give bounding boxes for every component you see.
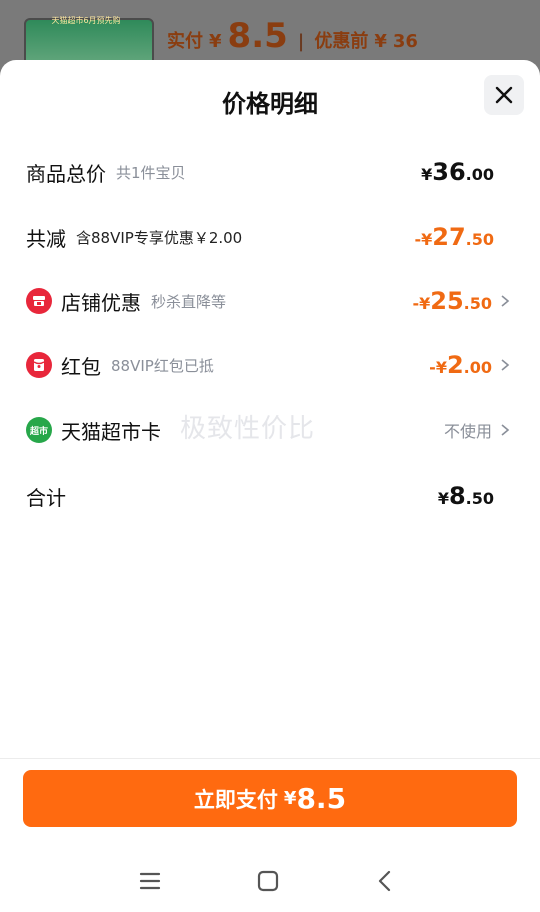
amount-dec: .50 <box>465 230 494 249</box>
row-sub: 共1件宝贝 <box>116 163 186 182</box>
amount-currency: -¥ <box>412 294 431 313</box>
amount-currency: ¥ <box>437 489 449 508</box>
row-label: 店铺优惠 <box>61 290 141 315</box>
pay-currency: ¥ <box>283 788 297 809</box>
store-icon <box>26 288 52 314</box>
card-icon-text: 超市 <box>29 426 48 437</box>
original-currency: ¥ <box>374 31 387 52</box>
row-discount: 共减 含88VIP专享优惠￥2.00 -¥ 27 .50 <box>26 217 518 257</box>
amount-int: 36 <box>432 158 466 186</box>
row-label: 商品总价 <box>26 161 106 186</box>
pay-value: 8.5 <box>296 782 347 815</box>
amount-currency: -¥ <box>414 230 433 249</box>
background-price: 实付 ¥ 8.5 | 优惠前 ¥ 36 <box>167 16 418 60</box>
amount-dec: .50 <box>465 489 494 508</box>
price-separator: | <box>297 31 305 52</box>
close-icon <box>495 86 513 104</box>
watermark: 极致性价比 <box>180 414 316 444</box>
row-label: 红包 <box>61 354 101 379</box>
amount-dec: .50 <box>463 294 492 313</box>
paid-value: 8.5 <box>227 16 288 56</box>
row-label: 天猫超市卡 <box>61 419 161 444</box>
amount-int: 2 <box>446 351 464 379</box>
row-label: 合计 <box>26 485 66 510</box>
chevron-right-icon <box>501 424 510 436</box>
amount-int: 27 <box>432 223 466 251</box>
row-sum: 合计 ¥ 8 .50 <box>26 476 518 516</box>
row-red-packet[interactable]: 红包 88VIP红包已抵 -¥ 2 .00 <box>26 345 518 385</box>
row-total-price: 商品总价 共1件宝贝 ¥ 36 .00 <box>26 152 518 192</box>
pay-label: 立即支付 <box>193 787 278 812</box>
original-label: 优惠前 <box>314 31 369 52</box>
back-icon[interactable] <box>370 866 400 896</box>
card-usage-value: 不使用 <box>443 422 492 441</box>
close-button[interactable] <box>484 75 524 115</box>
red-packet-icon <box>26 352 52 378</box>
amount-currency: -¥ <box>429 358 447 377</box>
original-value: 36 <box>392 31 418 52</box>
supermarket-card-icon: 超市 <box>26 417 52 443</box>
discount-amount: -¥ 27 .50 <box>414 223 494 251</box>
amount-int: 25 <box>430 287 464 315</box>
menu-icon[interactable] <box>135 866 165 896</box>
red-packet-amount: -¥ 2 .00 <box>429 351 492 379</box>
sum-amount: ¥ 8 .50 <box>438 482 494 510</box>
system-nav-bar <box>0 850 540 912</box>
row-sub: 含88VIP专享优惠￥2.00 <box>76 228 243 247</box>
amount-dec: .00 <box>463 358 492 377</box>
footer-divider <box>0 758 540 759</box>
chevron-right-icon <box>501 295 510 307</box>
chevron-right-icon <box>501 359 510 371</box>
pay-now-button[interactable]: 立即支付 ¥ 8.5 <box>23 770 517 827</box>
row-sub: 88VIP红包已抵 <box>111 356 214 375</box>
row-sub: 秒杀直降等 <box>151 292 227 311</box>
sheet-title: 价格明细 <box>222 90 318 118</box>
amount-dec: .00 <box>465 165 494 184</box>
thumbnail-caption: 天猫超市6月预先购 <box>51 16 121 25</box>
amount-currency: ¥ <box>421 165 433 184</box>
paid-label: 实付 <box>167 31 203 52</box>
amount-int: 8 <box>448 482 466 510</box>
paid-currency: ¥ <box>209 31 222 52</box>
total-amount: ¥ 36 .00 <box>421 158 494 186</box>
home-icon[interactable] <box>253 866 283 896</box>
row-store-discount[interactable]: 店铺优惠 秒杀直降等 -¥ 25 .50 <box>26 281 518 321</box>
row-label: 共减 <box>26 226 66 251</box>
store-discount-amount: -¥ 25 .50 <box>412 287 492 315</box>
